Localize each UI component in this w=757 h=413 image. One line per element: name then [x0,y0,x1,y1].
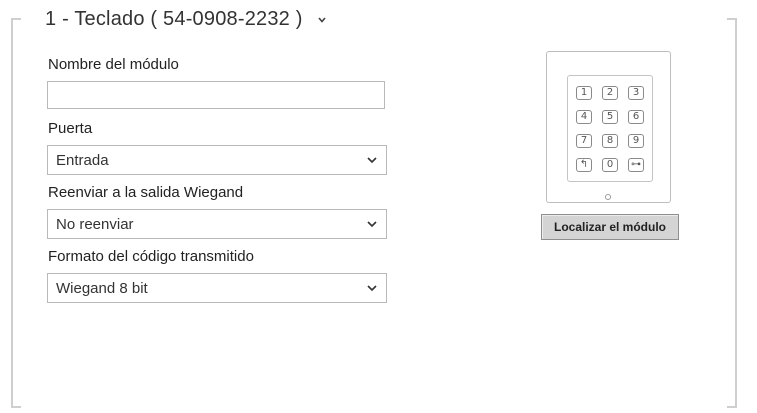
keypad-key: 3 [628,86,644,100]
wiegand-forward-value: No reenviar [56,215,134,233]
door-select[interactable]: Entrada [47,145,387,175]
frame-left-bracket [11,18,21,408]
wiegand-forward-select[interactable]: No reenviar [47,209,387,239]
keypad-key: 7 [576,134,592,148]
keypad-key: 6 [628,110,644,124]
keypad-key-icon: ⊶ [628,158,644,172]
keypad-face: 1 2 3 4 5 6 7 8 9 ↰ 0 ⊶ [567,75,653,182]
module-header[interactable]: 1 - Teclado ( 54-0908-2232 ) [45,8,327,31]
keypad-key: 5 [602,110,618,124]
keypad-key: 9 [628,134,644,148]
door-select-value: Entrada [56,151,109,169]
status-led-icon [605,194,611,200]
keypad-device-image: 1 2 3 4 5 6 7 8 9 ↰ 0 ⊶ [546,51,671,203]
module-name-label: Nombre del módulo [48,56,179,73]
frame-right-bracket [727,18,737,408]
chevron-down-icon[interactable] [317,15,327,25]
module-name-input[interactable] [47,81,385,109]
code-format-value: Wiegand 8 bit [56,279,148,297]
keypad-key: 8 [602,134,618,148]
keypad-key: 1 [576,86,592,100]
keypad-key: 4 [576,110,592,124]
chevron-down-icon [367,285,377,292]
wiegand-forward-label: Reenviar a la salida Wiegand [48,184,244,201]
locate-module-button[interactable]: Localizar el módulo [541,214,679,240]
module-title: 1 - Teclado ( 54-0908-2232 ) [45,8,303,30]
keypad-key: 2 [602,86,618,100]
keypad-back-key-icon: ↰ [576,158,592,172]
code-format-label: Formato del código transmitido [48,248,254,265]
door-label: Puerta [48,120,93,137]
chevron-down-icon [367,157,377,164]
code-format-select[interactable]: Wiegand 8 bit [47,273,387,303]
chevron-down-icon [367,221,377,228]
keypad-key: 0 [602,158,618,172]
